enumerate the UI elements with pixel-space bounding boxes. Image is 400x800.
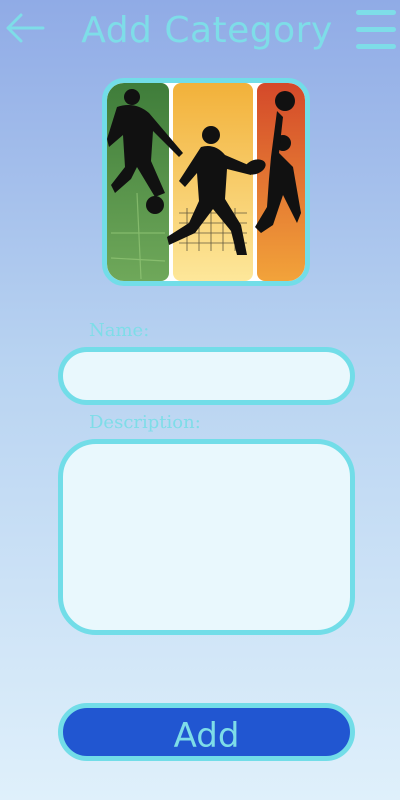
menu-button[interactable] [356,8,398,52]
category-image-picker[interactable] [102,78,310,286]
sports-collage-image [107,83,305,281]
add-button[interactable]: Add [58,703,355,761]
description-label: Description: [89,412,201,433]
add-category-screen: Add Category Name: Description: Add [0,0,400,800]
hamburger-menu-icon [356,27,396,32]
description-textarea[interactable] [58,439,355,635]
name-input[interactable] [58,347,355,405]
page-title: Add Category [81,10,333,51]
hamburger-menu-icon [356,44,396,49]
name-label: Name: [89,320,150,341]
hamburger-menu-icon [356,10,396,15]
